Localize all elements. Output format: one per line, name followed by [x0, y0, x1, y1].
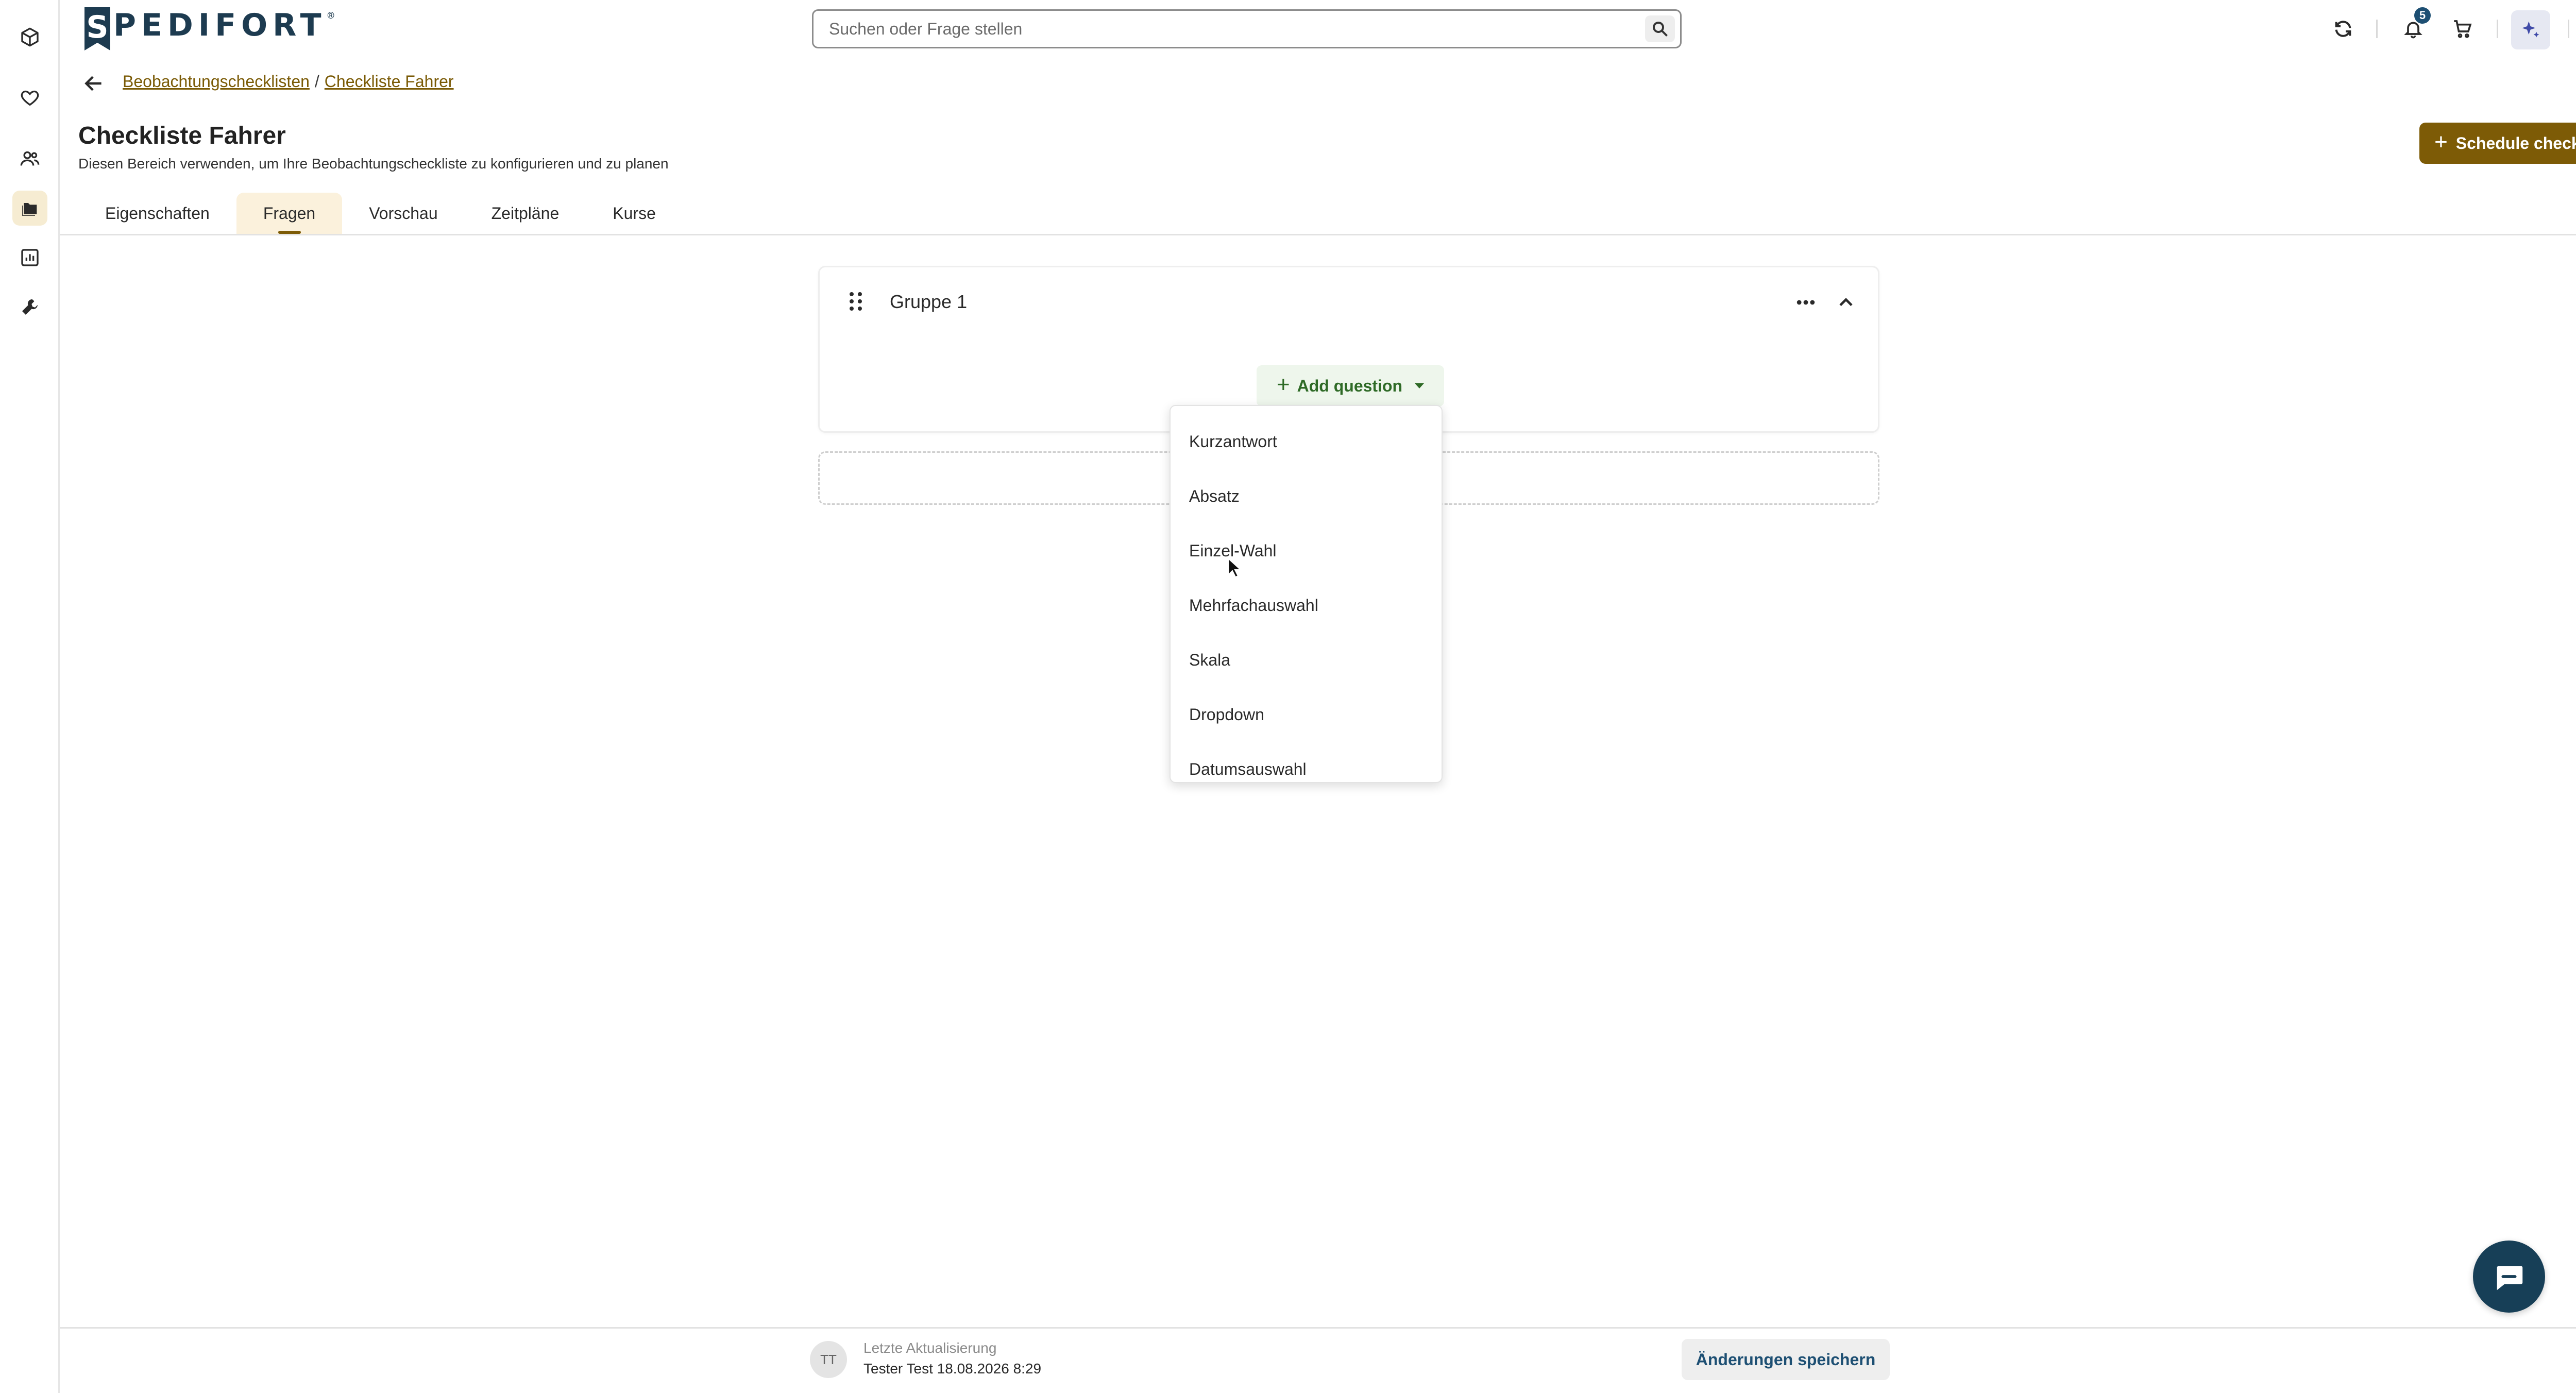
plus-icon: +: [1276, 372, 1290, 397]
drag-handle-icon[interactable]: [845, 290, 866, 313]
menu-item-paragraph[interactable]: Absatz: [1171, 469, 1442, 523]
question-type-menu: Kurzantwort Absatz Einzel-Wahl Mehrfacha…: [1170, 405, 1443, 783]
menu-item-date-picker[interactable]: Datumsauswahl: [1171, 742, 1442, 782]
back-arrow-icon[interactable]: [82, 72, 105, 95]
search-input[interactable]: [829, 19, 1602, 39]
add-question-button[interactable]: + Add question: [1257, 365, 1444, 406]
breadcrumb: Beobachtungschecklisten / Checkliste Fah…: [123, 72, 454, 91]
logo-registered-mark: ®: [327, 10, 334, 21]
logo-mark: S: [84, 7, 110, 50]
cube-icon: [21, 27, 39, 47]
heart-icon: [21, 90, 39, 106]
tab-questions[interactable]: Fragen: [236, 193, 343, 234]
toolbar-divider: [2568, 20, 2569, 38]
tools-icon: [22, 299, 38, 315]
logo-text: PEDIFORT: [113, 7, 327, 43]
breadcrumb-link-checklists[interactable]: Beobachtungschecklisten: [123, 72, 310, 91]
sidebar-item-reports[interactable]: [12, 240, 47, 275]
sidebar-item-users[interactable]: [12, 141, 47, 176]
sync-button[interactable]: [2329, 14, 2358, 43]
sidebar-item-checklists[interactable]: [12, 191, 47, 226]
chat-icon: [2497, 1266, 2523, 1290]
sidebar-item-products[interactable]: [12, 20, 47, 55]
brand-logo[interactable]: S PEDIFORT ®: [84, 7, 334, 50]
global-search: [812, 9, 1682, 48]
toolbar-divider: [2497, 20, 2498, 38]
sparkle-icon: [2522, 21, 2539, 38]
tab-courses[interactable]: Kurse: [586, 193, 683, 234]
sidebar: [0, 0, 60, 1393]
breadcrumb-link-current[interactable]: Checkliste Fahrer: [325, 72, 454, 91]
group-title[interactable]: Gruppe 1: [890, 291, 967, 313]
users-icon: [20, 151, 40, 166]
menu-item-multiple-choice[interactable]: Mehrfachauswahl: [1171, 578, 1442, 633]
chat-button[interactable]: [2473, 1241, 2545, 1313]
plus-icon: +: [2434, 129, 2448, 155]
caret-down-icon: [1415, 383, 1425, 388]
tab-schedules[interactable]: Zeitpläne: [465, 193, 586, 234]
report-icon: [21, 249, 39, 266]
page-title: Checkliste Fahrer: [78, 122, 286, 149]
notification-count-badge: 5: [2414, 7, 2431, 24]
menu-item-scale[interactable]: Skala: [1171, 633, 1442, 687]
last-update-value: Tester Test 18.08.2026 8:29: [863, 1361, 1042, 1377]
tab-bar: Eigenschaften Fragen Vorschau Zeitpläne …: [78, 193, 683, 234]
sidebar-item-tools[interactable]: [12, 290, 47, 325]
schedule-checklist-button[interactable]: + Schedule checklist: [2419, 123, 2576, 164]
menu-item-short-answer[interactable]: Kurzantwort: [1171, 414, 1442, 469]
toolbar-divider: [2376, 20, 2378, 38]
tab-properties[interactable]: Eigenschaften: [78, 193, 236, 234]
menu-item-dropdown[interactable]: Dropdown: [1171, 687, 1442, 742]
sidebar-item-favorites[interactable]: [12, 80, 47, 115]
sync-icon: [2335, 21, 2351, 37]
ai-assistant-button[interactable]: [2511, 10, 2550, 49]
last-update-label: Letzte Aktualisierung: [863, 1340, 997, 1356]
page-subtitle: Diesen Bereich verwenden, um Ihre Beobac…: [78, 156, 669, 172]
menu-item-single-choice[interactable]: Einzel-Wahl: [1171, 523, 1442, 578]
last-editor-avatar: TT: [810, 1341, 847, 1378]
tab-divider: [60, 234, 2576, 235]
chevron-up-icon[interactable]: [1835, 291, 1857, 314]
footer-bar: TT Letzte Aktualisierung Tester Test 18.…: [60, 1327, 2576, 1393]
cart-button[interactable]: [2448, 14, 2477, 43]
folders-icon: [22, 203, 37, 216]
tab-preview[interactable]: Vorschau: [342, 193, 464, 234]
search-icon: [1653, 22, 1668, 37]
mouse-cursor-icon: [1228, 557, 1241, 578]
schedule-checklist-label: Schedule checklist: [2455, 133, 2576, 152]
more-options-icon[interactable]: [1794, 292, 1817, 313]
add-question-label: Add question: [1297, 376, 1403, 395]
cart-icon: [2454, 20, 2472, 38]
breadcrumb-separator: /: [314, 72, 319, 91]
search-button[interactable]: [1645, 15, 1675, 42]
save-changes-button[interactable]: Änderungen speichern: [1682, 1339, 1890, 1380]
